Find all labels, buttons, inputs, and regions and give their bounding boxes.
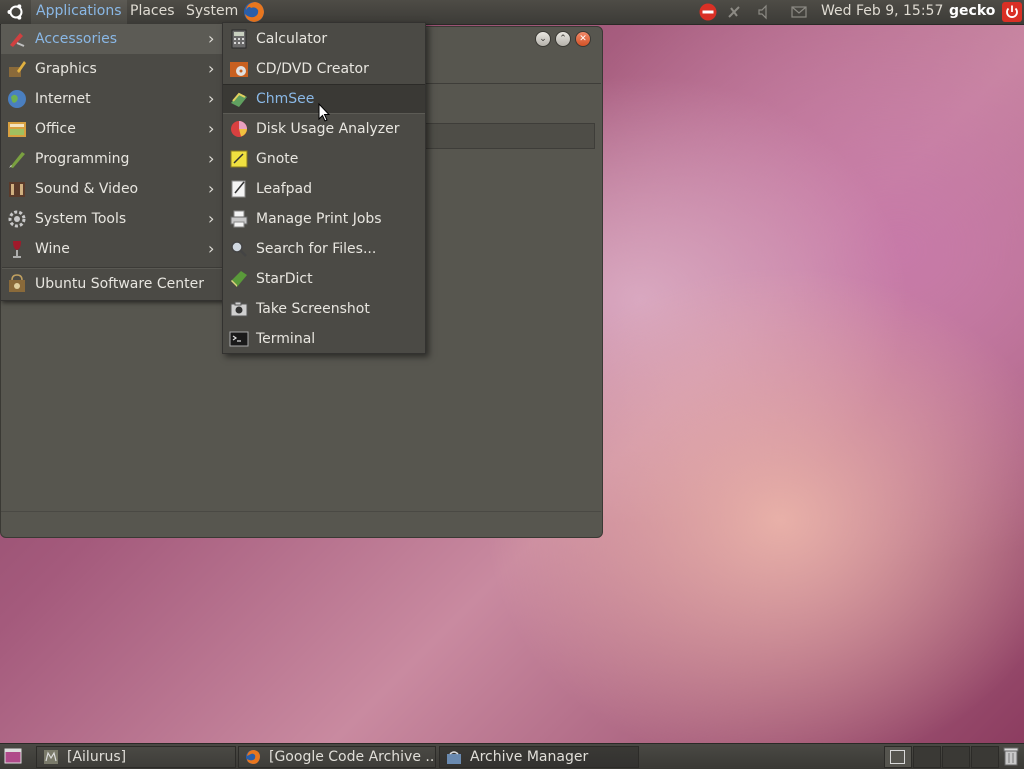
minimize-button[interactable]: ⌄ (535, 31, 551, 47)
programming-icon (9, 152, 25, 168)
menu-item-office[interactable]: Office › (1, 114, 225, 144)
chevron-right-icon: › (208, 239, 215, 258)
menu-item-wine[interactable]: Wine › (1, 234, 225, 264)
workspace-4[interactable] (971, 746, 999, 768)
submenu-item-stardict[interactable]: StarDict (223, 264, 425, 294)
submenu-item-search-for-files[interactable]: Search for Files... (223, 234, 425, 264)
submenu-item-calculator[interactable]: Calculator (223, 24, 425, 54)
menu-item-system-tools[interactable]: System Tools › (1, 204, 225, 234)
window-statusbar-divider (1, 511, 601, 512)
chevron-right-icon: › (208, 59, 215, 78)
submenu-item-leafpad[interactable]: Leafpad (223, 174, 425, 204)
office-icon (8, 122, 26, 137)
volume-icon[interactable] (755, 3, 773, 21)
task-google-code-archive[interactable]: [Google Code Archive ... (238, 746, 436, 768)
close-button[interactable]: ✕ (575, 31, 591, 47)
accessories-icon (10, 33, 25, 47)
disk-usage-icon (231, 121, 247, 137)
task-archive-manager[interactable]: Archive Manager (439, 746, 639, 768)
chevron-right-icon: › (208, 209, 215, 228)
workspace-2[interactable] (913, 746, 941, 768)
places-menu[interactable]: Places (125, 0, 180, 24)
network-disabled-icon[interactable] (699, 3, 717, 21)
terminal-icon (229, 331, 249, 347)
power-icon[interactable] (1002, 2, 1022, 22)
top-panel: Applications Places System Wed Feb 9, 15… (0, 0, 1024, 25)
bluetooth-icon[interactable] (725, 3, 743, 21)
submenu-item-manage-print-jobs[interactable]: Manage Print Jobs (223, 204, 425, 234)
menu-item-internet[interactable]: Internet › (1, 84, 225, 114)
chevron-right-icon: › (208, 89, 215, 108)
printer-icon (230, 210, 248, 228)
ubuntu-logo-icon[interactable] (6, 2, 26, 22)
menu-item-accessories[interactable]: Accessories › (1, 24, 225, 54)
calculator-icon (231, 29, 247, 49)
window-field[interactable] (425, 123, 595, 149)
internet-icon (8, 90, 26, 108)
software-center-icon (9, 274, 25, 292)
stardict-icon (231, 271, 247, 287)
submenu-item-terminal[interactable]: Terminal (223, 324, 425, 354)
applications-menu[interactable]: Applications (31, 0, 127, 24)
menu-item-graphics[interactable]: Graphics › (1, 54, 225, 84)
submenu-item-gnote[interactable]: Gnote (223, 144, 425, 174)
leafpad-icon (231, 180, 246, 198)
chmsee-icon (231, 92, 247, 107)
chevron-right-icon: › (208, 119, 215, 138)
show-desktop-icon[interactable] (4, 748, 22, 764)
trash-icon[interactable] (1002, 746, 1020, 766)
firefox-icon (246, 750, 260, 764)
maximize-button[interactable]: ⌃ (555, 31, 571, 47)
archive-manager-icon (447, 751, 461, 764)
search-icon (231, 241, 247, 257)
applications-dropdown: Accessories › Graphics › Internet › Offi… (0, 24, 226, 301)
window-divider (425, 83, 601, 84)
chevron-right-icon: › (208, 179, 215, 198)
workspace-1[interactable] (884, 746, 912, 768)
mouse-cursor-icon (318, 103, 330, 122)
ailurus-icon (44, 750, 58, 764)
bottom-panel: [Ailurus] [Google Code Archive ... Archi… (0, 743, 1024, 769)
submenu-item-cd-dvd-creator[interactable]: CD/DVD Creator (223, 54, 425, 84)
menu-item-sound-video[interactable]: Sound & Video › (1, 174, 225, 204)
system-tools-icon (8, 210, 26, 228)
system-menu[interactable]: System (181, 0, 243, 24)
menu-item-programming[interactable]: Programming › (1, 144, 225, 174)
accessories-submenu: Calculator CD/DVD Creator ChmSee Disk Us… (222, 22, 426, 354)
graphics-icon (9, 61, 26, 77)
menu-item-ubuntu-software-center[interactable]: Ubuntu Software Center (1, 269, 225, 299)
submenu-item-take-screenshot[interactable]: Take Screenshot (223, 294, 425, 324)
user-name[interactable]: gecko (949, 0, 995, 23)
chevron-right-icon: › (208, 29, 215, 48)
firefox-launcher-icon[interactable] (243, 1, 265, 23)
sound-video-icon (9, 182, 25, 197)
cd-dvd-creator-icon (230, 62, 248, 77)
clock[interactable]: Wed Feb 9, 15:57 (821, 0, 943, 23)
gnote-icon (230, 150, 248, 168)
wine-icon (13, 241, 21, 258)
camera-icon (230, 301, 248, 317)
chevron-right-icon: › (208, 149, 215, 168)
mail-icon[interactable] (790, 3, 808, 21)
workspace-3[interactable] (942, 746, 970, 768)
workspace-window-thumb (890, 750, 905, 764)
task-ailurus[interactable]: [Ailurus] (36, 746, 236, 768)
